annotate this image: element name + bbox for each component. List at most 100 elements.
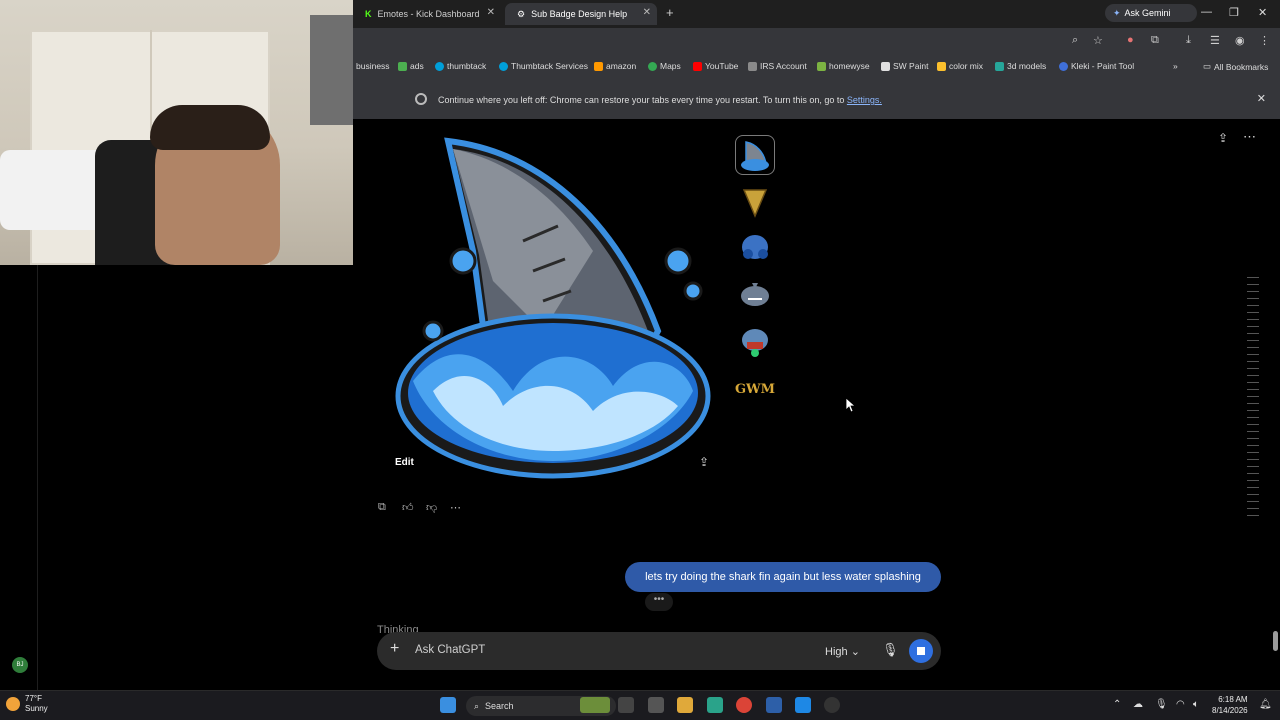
bookmark-label: SW Paint: [893, 61, 929, 71]
clock[interactable]: 6:18 AM 8/14/2026: [1212, 694, 1248, 716]
thumbs-up-icon[interactable]: 👍︎: [402, 501, 414, 514]
search-label: Search: [485, 701, 514, 711]
mic-tray-icon[interactable]: 🎙︎: [1155, 699, 1168, 710]
bookmark-homewyse[interactable]: homewyse: [817, 61, 870, 71]
maximize-icon[interactable]: ❐: [1229, 6, 1239, 19]
bookmark-star-icon[interactable]: ☆: [1093, 34, 1103, 47]
sw-paint-icon: [881, 61, 890, 71]
bookmark-label: IRS Account: [760, 61, 807, 71]
windows-start-icon[interactable]: [440, 697, 456, 713]
settings-link[interactable]: Settings.: [847, 95, 882, 105]
download-icon[interactable]: ⤓: [1186, 34, 1191, 47]
copy-icon[interactable]: ⧉: [378, 501, 386, 514]
close-tab-icon[interactable]: ✕: [487, 7, 495, 18]
reasoning-level-select[interactable]: High ⌄: [825, 645, 860, 658]
thumbnail-shark-fin-wave[interactable]: [735, 135, 775, 175]
ask-gemini-button[interactable]: ✦ Ask Gemini: [1105, 4, 1197, 22]
close-infobar-icon[interactable]: ✕: [1257, 92, 1266, 105]
add-attachment-icon[interactable]: +: [390, 640, 399, 658]
notepad-icon[interactable]: [648, 697, 664, 713]
bookmark-ads[interactable]: ads: [398, 61, 424, 71]
new-tab-button[interactable]: +: [666, 5, 674, 20]
browser-tab-bar: K Emotes - Kick Dashboard ✕ ⚙ Sub Badge …: [353, 0, 1280, 28]
notification-icon[interactable]: 🔔︎: [1259, 699, 1272, 710]
bookmark-kleki[interactable]: Kleki - Paint Tool: [1059, 61, 1134, 71]
microphone-icon[interactable]: 🎙︎: [882, 642, 899, 658]
profile-icon[interactable]: ◉: [1235, 34, 1245, 47]
calculator-icon[interactable]: [766, 697, 782, 713]
stop-generation-button[interactable]: [909, 639, 933, 663]
paint-icon[interactable]: [795, 697, 811, 713]
scrollbar[interactable]: [1272, 119, 1280, 690]
onedrive-icon[interactable]: ☁: [1133, 699, 1143, 710]
chrome-menu-icon[interactable]: ⋮: [1259, 34, 1270, 47]
share-image-icon[interactable]: ⇪: [699, 455, 709, 469]
bookmark-amazon[interactable]: amazon: [594, 61, 636, 71]
gwm-thumb-text: GWM: [734, 381, 776, 397]
all-bookmarks[interactable]: ▭ All Bookmarks: [1203, 61, 1268, 72]
bookmark-thumbtack[interactable]: thumbtack: [435, 61, 486, 71]
conversation-minimap[interactable]: [1247, 277, 1261, 527]
amazon-icon: [594, 61, 603, 71]
wifi-icon[interactable]: ◠: [1176, 699, 1185, 710]
share-icon[interactable]: ⇪: [1218, 131, 1228, 145]
avatar[interactable]: BJ: [12, 657, 28, 673]
bookmark-irs[interactable]: IRS Account: [748, 61, 807, 71]
restore-tabs-infobar: Continue where you left off: Chrome can …: [353, 79, 1280, 119]
extensions-icon[interactable]: ⧉: [1151, 34, 1159, 47]
chrome-icon: [415, 93, 427, 105]
thumbs-down-icon[interactable]: 👎︎: [426, 501, 437, 514]
weather-widget[interactable]: 77°F Sunny: [6, 694, 48, 714]
zoom-icon[interactable]: ⌕: [1072, 34, 1078, 47]
streamer-hair: [150, 105, 270, 150]
sun-icon: [6, 697, 20, 711]
bookmark-youtube[interactable]: YouTube: [693, 61, 738, 71]
tab-search-icon[interactable]: ☰: [1210, 34, 1220, 47]
scrollbar-thumb[interactable]: [1273, 631, 1278, 651]
minimize-icon[interactable]: —: [1201, 6, 1212, 18]
thumbnail-blue-shark-boxer[interactable]: [735, 227, 775, 267]
chat-main: ⇪ ⋯ Edit ⇪ GWM ⧉ 👍︎ 👎︎ ⋯ lets try doing …: [353, 119, 1280, 690]
bookmark-3d-models[interactable]: 3d models: [995, 61, 1046, 71]
generated-image[interactable]: [393, 131, 723, 481]
more-options-icon[interactable]: ⋯: [1243, 129, 1256, 145]
chat-input[interactable]: Ask ChatGPT: [415, 644, 485, 656]
app-icon[interactable]: [707, 697, 723, 713]
more-bookmarks-icon[interactable]: »: [1173, 61, 1178, 71]
tab-emotes[interactable]: K Emotes - Kick Dashboard ✕: [353, 3, 501, 25]
tab-sub-badge[interactable]: ⚙ Sub Badge Design Help ✕: [505, 3, 657, 25]
thumbnail-grey-shark[interactable]: [735, 274, 775, 314]
file-explorer-icon[interactable]: [677, 697, 693, 713]
bookmark-maps[interactable]: Maps: [648, 61, 681, 71]
kick-icon: K: [365, 9, 372, 19]
mouse-cursor-icon: [846, 398, 856, 412]
tab-label: Sub Badge Design Help: [531, 9, 628, 19]
maps-icon: [648, 61, 657, 71]
chat-composer: + Ask ChatGPT High ⌄ 🎙︎: [377, 632, 941, 670]
thumbtack-icon: [435, 61, 444, 71]
volume-icon[interactable]: 🔈︎: [1193, 699, 1199, 710]
temperature: 77°F: [25, 694, 42, 703]
bookmark-business[interactable]: business: [356, 61, 390, 71]
more-actions-icon[interactable]: ⋯: [450, 501, 461, 514]
bookmark-sw-paint[interactable]: SW Paint: [881, 61, 928, 71]
thumbtack-icon: [499, 61, 508, 71]
bookmark-label: thumbtack: [447, 61, 487, 71]
tray-chevron-icon[interactable]: ⌃: [1113, 699, 1121, 710]
shark-eating-thumb-icon: [742, 329, 768, 357]
thumbnail-shark-eating[interactable]: [735, 321, 775, 361]
obs-icon[interactable]: [824, 697, 840, 713]
thumbnail-gwm-text[interactable]: GWM: [735, 369, 775, 409]
extension-record-icon[interactable]: ●: [1127, 34, 1134, 46]
close-tab-icon[interactable]: ✕: [643, 7, 651, 18]
task-view-icon[interactable]: [618, 697, 634, 713]
search-icon: ⌕: [474, 700, 480, 711]
bookmark-color-mix[interactable]: color mix: [937, 61, 983, 71]
chrome-icon[interactable]: [736, 697, 752, 713]
bookmark-label: Kleki - Paint Tool: [1071, 61, 1135, 71]
bookmark-thumbtack-services[interactable]: Thumbtack Services: [499, 61, 588, 71]
edit-image-button[interactable]: Edit: [395, 457, 414, 468]
close-window-icon[interactable]: ✕: [1258, 6, 1267, 19]
thumbnail-gold-fin[interactable]: [735, 181, 775, 221]
tab-label: Emotes - Kick Dashboard: [377, 9, 480, 19]
